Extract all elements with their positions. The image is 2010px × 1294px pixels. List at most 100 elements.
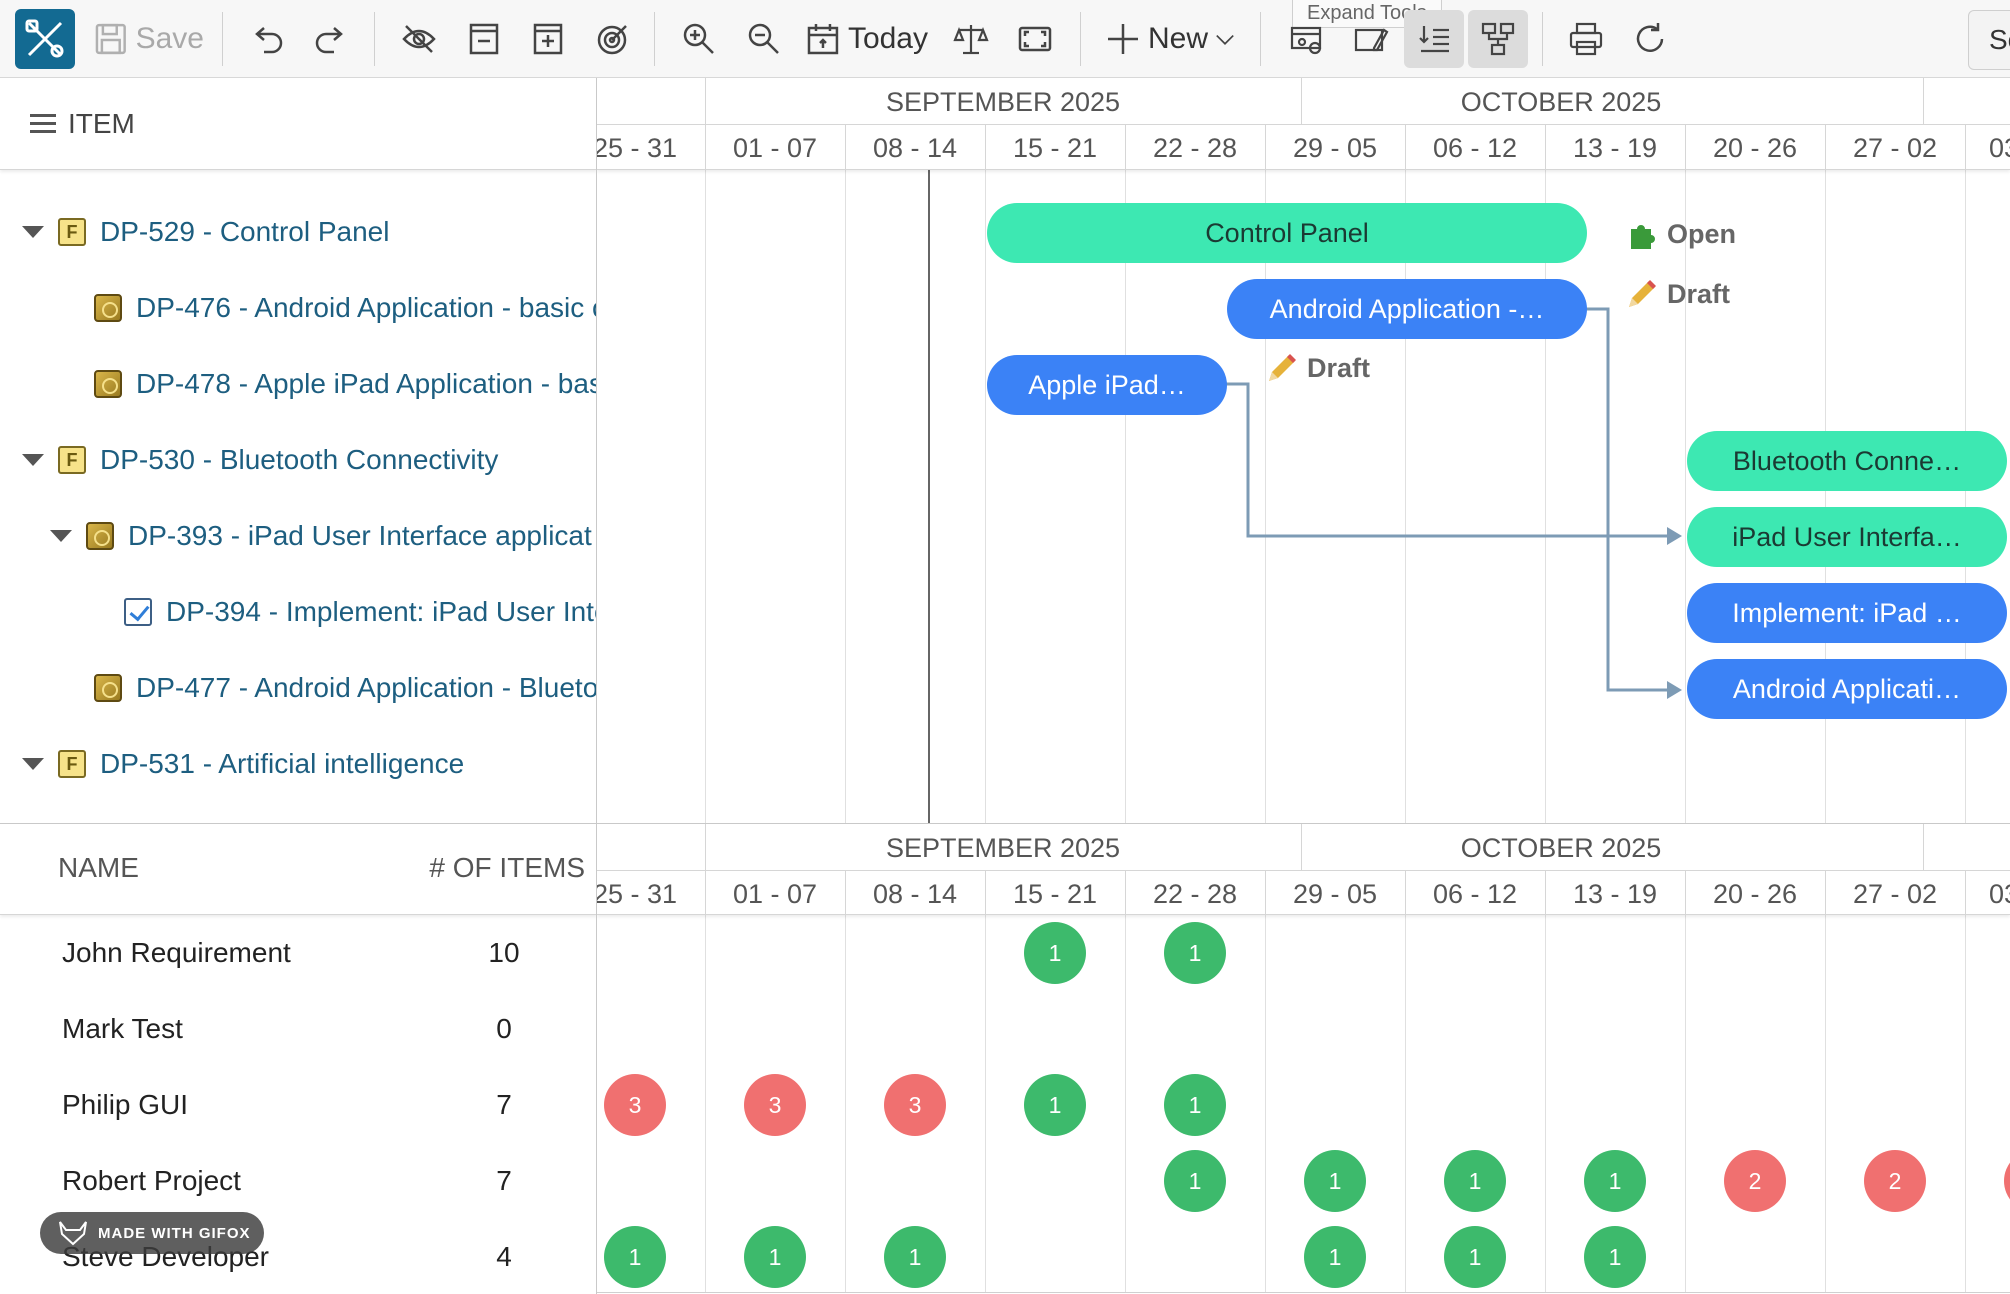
gantt-bar-bluetooth[interactable]: Bluetooth Conne… — [1687, 431, 2007, 491]
resource-timeline-header: SEPTEMBER 2025 OCTOBER 2025 25 - 31 01 -… — [597, 824, 2010, 916]
today-button[interactable]: Today — [804, 10, 928, 68]
refresh-button[interactable] — [1624, 10, 1676, 68]
load-circle[interactable]: 1 — [1304, 1150, 1366, 1212]
gantt-bar-control-panel[interactable]: Control Panel — [987, 203, 1587, 263]
count-column-header[interactable]: # OF ITEMS — [429, 852, 585, 884]
load-circle[interactable]: 1 — [604, 1226, 666, 1288]
print-button[interactable] — [1560, 10, 1612, 68]
caret-down-icon[interactable] — [50, 530, 72, 542]
gantt-bar-apple-ipad[interactable]: Apple iPad… — [987, 355, 1227, 415]
expand-all-button[interactable] — [523, 10, 573, 68]
balance-button[interactable] — [946, 10, 996, 68]
tree-row-dp-476[interactable]: DP-476 - Android Application - basic c — [94, 270, 596, 346]
week-label: 08 - 14 — [872, 879, 958, 909]
tree-row-dp-529[interactable]: F DP-529 - Control Panel — [22, 194, 389, 270]
load-circle[interactable]: 1 — [744, 1226, 806, 1288]
status-open: Open — [1625, 214, 1736, 254]
load-circle[interactable]: 1 — [1444, 1150, 1506, 1212]
timeline-header: SEPTEMBER 2025 OCTOBER 2025 25 - 31 01 -… — [597, 78, 2010, 170]
week-label: 01 - 07 — [732, 133, 818, 163]
zoom-in-button[interactable] — [674, 10, 724, 68]
load-circle[interactable]: 1 — [1024, 922, 1086, 984]
resource-row[interactable]: John Requirement 10 — [0, 915, 596, 991]
balance-icon — [953, 25, 989, 55]
load-circle[interactable]: 1 — [884, 1226, 946, 1288]
week-label: 06 - 12 — [1432, 133, 1518, 163]
status-label: Draft — [1307, 352, 1371, 383]
week-label: 29 - 05 — [1292, 879, 1378, 909]
tree-row-dp-531[interactable]: F DP-531 - Artificial intelligence — [22, 726, 464, 802]
status-label: Open — [1667, 218, 1737, 249]
load-circle[interactable]: 1 — [1164, 922, 1226, 984]
item-column-header[interactable]: ITEM — [0, 78, 596, 170]
month-label: SEPTEMBER 2025 — [885, 833, 1121, 863]
new-label: New — [1147, 22, 1208, 55]
save-button[interactable]: Save — [92, 10, 204, 68]
gantt-bar-android-bluetooth[interactable]: Android Applicati… — [1687, 659, 2007, 719]
hierarchy-button[interactable] — [1468, 10, 1528, 68]
tree-row-label[interactable]: DP-478 - Apple iPad Application - bas — [136, 368, 596, 400]
gantt-bar-implement-ipad[interactable]: Implement: iPad … — [1687, 583, 2007, 643]
new-button[interactable]: New — [1100, 10, 1242, 68]
load-circle[interactable]: 2 — [1724, 1150, 1786, 1212]
load-circle[interactable]: 3 — [744, 1074, 806, 1136]
load-circle[interactable]: 1 — [1164, 1150, 1226, 1212]
resource-row[interactable]: Mark Test 0 — [0, 991, 596, 1067]
hide-button[interactable] — [394, 10, 444, 68]
load-circle[interactable]: 2 — [1864, 1150, 1926, 1212]
item-header-label: ITEM — [68, 107, 135, 139]
item-tree-pane: ITEM F DP-529 - Control Panel DP-476 - A… — [0, 78, 597, 823]
settings-view-button[interactable] — [1280, 10, 1334, 68]
load-circle[interactable]: 1 — [1024, 1074, 1086, 1136]
tree-row-dp-393[interactable]: DP-393 - iPad User Interface applicat — [50, 498, 592, 574]
tree-row-label[interactable]: DP-530 - Bluetooth Connectivity — [100, 444, 498, 476]
tree-row-label[interactable]: DP-393 - iPad User Interface applicat — [128, 520, 592, 552]
edit-view-button[interactable] — [1344, 10, 1398, 68]
print-icon — [1569, 22, 1603, 56]
week-label: 03 — [1989, 133, 2010, 163]
undo-button[interactable] — [242, 10, 292, 68]
resource-count: 10 — [488, 937, 520, 968]
load-circle[interactable]: 1 — [1584, 1226, 1646, 1288]
menu-icon[interactable] — [30, 113, 56, 135]
tree-row-label[interactable]: DP-476 - Android Application - basic c — [136, 292, 596, 324]
load-circle[interactable]: 3 — [884, 1074, 946, 1136]
caret-down-icon[interactable] — [22, 226, 44, 238]
puzzle-icon — [1631, 225, 1655, 249]
collapse-icon — [469, 23, 499, 55]
bar-label: iPad User Interfa… — [1732, 521, 1962, 552]
tree-row-dp-478[interactable]: DP-478 - Apple iPad Application - bas — [94, 346, 596, 422]
load-circle[interactable]: 2 — [2004, 1150, 2010, 1212]
tree-row-dp-530[interactable]: F DP-530 - Bluetooth Connectivity — [22, 422, 498, 498]
week-label: 25 - 31 — [597, 879, 678, 909]
target-button[interactable] — [588, 10, 638, 68]
load-circle[interactable]: 3 — [604, 1074, 666, 1136]
name-column-header[interactable]: NAME — [58, 852, 139, 884]
tree-row-label[interactable]: DP-531 - Artificial intelligence — [100, 748, 464, 780]
tree-row-dp-477[interactable]: DP-477 - Android Application - Blueto — [94, 650, 596, 726]
zoom-out-button[interactable] — [739, 10, 789, 68]
collapse-all-button[interactable] — [459, 10, 509, 68]
load-circle[interactable]: 1 — [1584, 1150, 1646, 1212]
load-circle[interactable]: 1 — [1444, 1226, 1506, 1288]
tree-row-label[interactable]: DP-477 - Android Application - Blueto — [136, 672, 596, 704]
tree-row-label[interactable]: DP-529 - Control Panel — [100, 216, 389, 248]
search-button[interactable]: Se — [1968, 10, 2010, 70]
tree-row-label[interactable]: DP-394 - Implement: iPad User Inte — [166, 596, 596, 628]
redo-button[interactable] — [306, 10, 356, 68]
week-label: 13 - 19 — [1572, 133, 1658, 163]
epic-icon — [94, 674, 122, 702]
gantt-bar-ipad-ui[interactable]: iPad User Interfa… — [1687, 507, 2007, 567]
resource-row[interactable]: Philip GUI 7 — [0, 1067, 596, 1143]
resource-row[interactable]: Robert Project 7 — [0, 1143, 596, 1219]
week-label: 06 - 12 — [1432, 879, 1518, 909]
load-circle[interactable]: 1 — [1304, 1226, 1366, 1288]
fullscreen-button[interactable] — [1010, 10, 1060, 68]
gantt-bar-android-basic[interactable]: Android Application -… — [1227, 279, 1587, 339]
tree-row-dp-394[interactable]: DP-394 - Implement: iPad User Inte — [124, 574, 596, 650]
app-logo-button[interactable] — [15, 9, 75, 69]
sort-button[interactable] — [1404, 10, 1464, 68]
load-circle[interactable]: 1 — [1164, 1074, 1226, 1136]
caret-down-icon[interactable] — [22, 454, 44, 466]
caret-down-icon[interactable] — [22, 758, 44, 770]
